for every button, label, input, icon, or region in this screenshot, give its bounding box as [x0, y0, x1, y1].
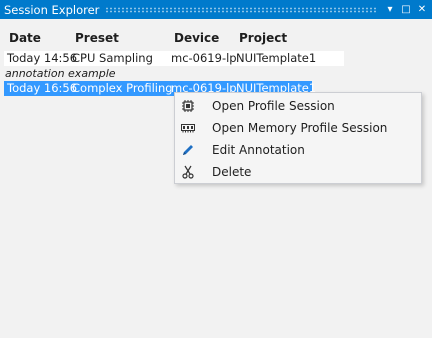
chip-icon: [180, 98, 196, 114]
cell-project: NUITemplate1: [236, 51, 317, 65]
table-header: Date Preset Device Project: [0, 31, 432, 47]
column-header-date[interactable]: Date: [9, 31, 41, 45]
scissors-icon: [180, 164, 196, 180]
cell-preset: Complex Profiling: [72, 81, 173, 95]
column-header-device[interactable]: Device: [174, 31, 219, 45]
window-controls: ▾ □ ✕: [383, 3, 432, 17]
cell-date: Today 16:56: [7, 81, 78, 95]
column-header-preset[interactable]: Preset: [75, 31, 119, 45]
menu-item-label: Open Profile Session: [212, 99, 335, 113]
menu-item-label: Edit Annotation: [212, 143, 305, 157]
title-bar: Session Explorer ▾ □ ✕: [0, 0, 432, 19]
row-annotation: annotation example: [5, 67, 116, 80]
menu-item-open-profile-session[interactable]: Open Profile Session: [175, 95, 421, 117]
menu-item-label: Delete: [212, 165, 252, 179]
pencil-icon: [180, 142, 196, 158]
cell-preset: CPU Sampling: [72, 51, 153, 65]
close-icon[interactable]: ✕: [415, 3, 429, 17]
menu-item-delete[interactable]: Delete: [175, 161, 421, 183]
menu-item-open-memory-profile-session[interactable]: Open Memory Profile Session: [175, 117, 421, 139]
dropdown-icon[interactable]: ▾: [383, 3, 397, 17]
cell-date: Today 14:56: [7, 51, 78, 65]
context-menu: Open Profile Session Open Memory Profile…: [174, 92, 422, 184]
memory-icon: [180, 120, 196, 136]
column-header-project[interactable]: Project: [239, 31, 287, 45]
table-row[interactable]: Today 14:56 CPU Sampling mc-0619-lp NUIT…: [4, 51, 344, 66]
drag-grip[interactable]: [105, 6, 377, 13]
window-title: Session Explorer: [4, 2, 100, 17]
maximize-icon[interactable]: □: [399, 3, 413, 17]
menu-item-edit-annotation[interactable]: Edit Annotation: [175, 139, 421, 161]
menu-item-label: Open Memory Profile Session: [212, 121, 388, 135]
cell-device: mc-0619-lp: [171, 51, 237, 65]
